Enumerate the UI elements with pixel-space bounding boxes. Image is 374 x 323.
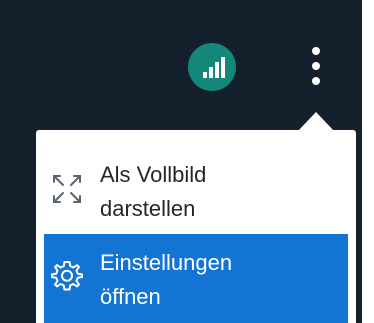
signal-bars-icon bbox=[203, 57, 225, 78]
menu-item-settings[interactable]: Einstellungen öffnen bbox=[44, 234, 348, 323]
menu-pointer bbox=[298, 112, 334, 131]
menu-item-label: Einstellungen öffnen bbox=[100, 250, 233, 309]
menu-item-label: Als Vollbild darstellen bbox=[100, 162, 207, 221]
connection-status-button[interactable] bbox=[188, 43, 236, 91]
fullscreen-expand-icon bbox=[53, 175, 81, 203]
options-menu: Als Vollbild darstellen Einstellungen öf… bbox=[36, 130, 356, 323]
page-edge bbox=[362, 0, 374, 323]
gear-icon bbox=[51, 261, 83, 291]
menu-item-fullscreen[interactable]: Als Vollbild darstellen bbox=[44, 150, 348, 228]
more-options-button[interactable] bbox=[302, 45, 330, 87]
app-background: Als Vollbild darstellen Einstellungen öf… bbox=[0, 0, 362, 323]
